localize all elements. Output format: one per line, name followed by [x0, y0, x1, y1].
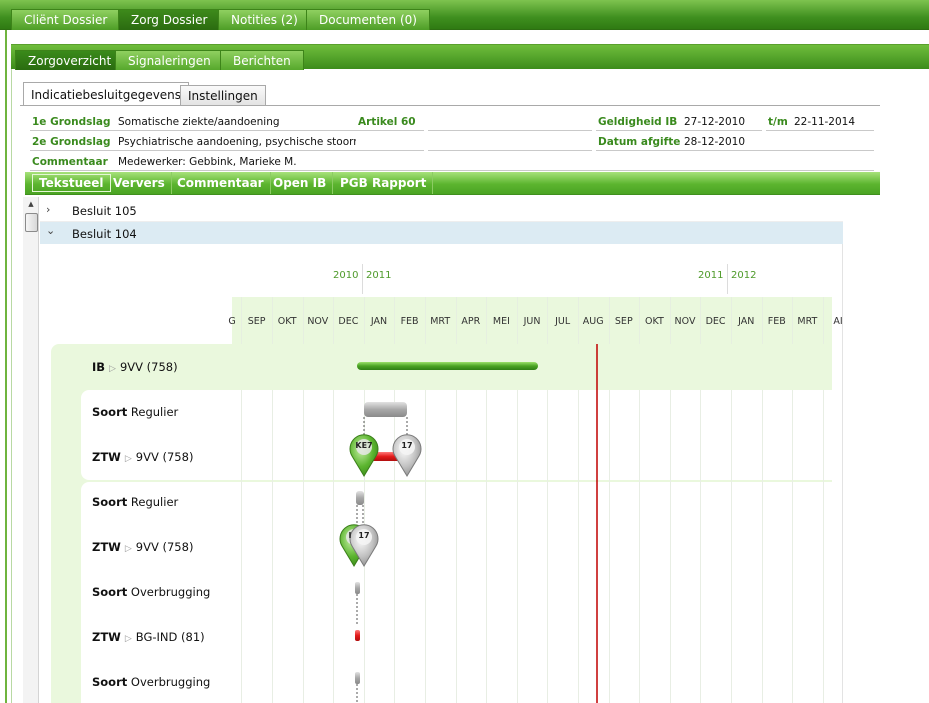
marker-label: 17 — [401, 441, 413, 450]
soort-bar[interactable] — [355, 582, 360, 594]
soort-bar[interactable] — [364, 402, 407, 417]
soort-bar[interactable] — [355, 672, 360, 684]
soort-bar[interactable] — [356, 491, 364, 505]
timeline-bars — [339, 344, 598, 703]
ztw-bar[interactable] — [355, 630, 360, 641]
ib-bar[interactable] — [357, 362, 538, 370]
marker-label: KE7 — [355, 441, 373, 450]
marker-label: 17 — [358, 531, 370, 540]
